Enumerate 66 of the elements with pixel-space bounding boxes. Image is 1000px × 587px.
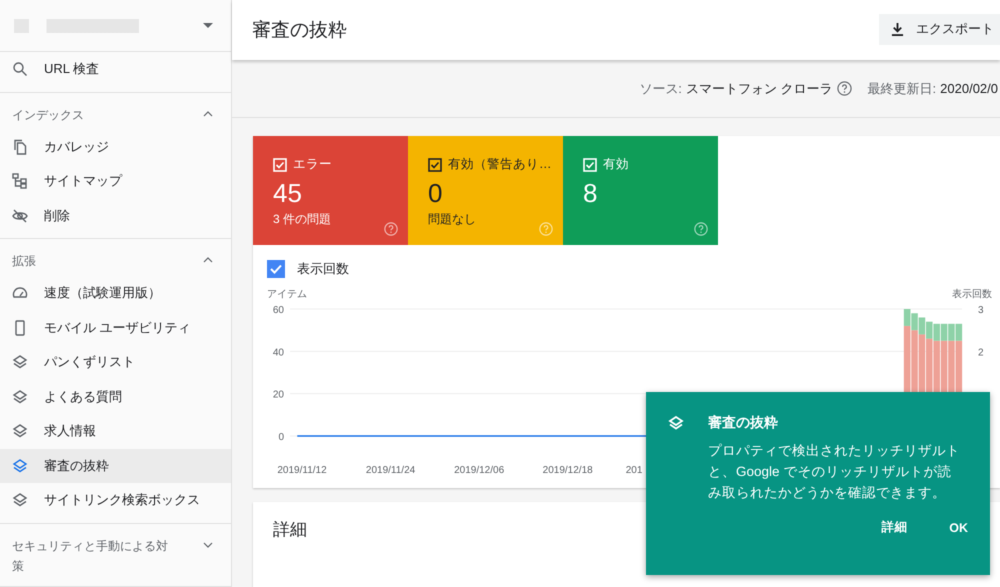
page-title: 審査の抜粋 (252, 19, 347, 43)
y-axis-label: アイテム (267, 289, 307, 300)
x-tick-label: 2019/11/24 (366, 465, 416, 476)
layers-icon (12, 354, 28, 370)
dropdown-caret-icon[interactable] (203, 23, 213, 28)
sidebar-item[interactable]: 速度（試験運用版） (0, 276, 231, 310)
tile-label: 有効（警告あり… (448, 156, 552, 173)
status-tile[interactable]: 有効（警告あり… 0 問題なし (408, 136, 563, 245)
chevron-icon[interactable] (203, 542, 213, 548)
help-icon[interactable] (836, 81, 852, 96)
chevron-icon[interactable] (203, 257, 213, 263)
last-updated-date: 2020/02/0 (940, 81, 998, 96)
sidebar-item[interactable]: サイトマップ (0, 164, 231, 198)
layers-icon (12, 423, 28, 440)
sidebar-item[interactable]: 求人情報 (0, 414, 231, 448)
x-tick-label: 2019/12/06 (454, 465, 504, 476)
download-icon (891, 22, 904, 36)
layers-icon (12, 458, 28, 474)
section-heading: セキュリティと手動による対策 (12, 538, 169, 574)
chevron-icon[interactable] (203, 110, 213, 116)
sidebar-item[interactable]: URL 検査 (0, 52, 231, 86)
source-label: ソース: (639, 80, 682, 98)
y-tick-label: 2 (978, 347, 984, 358)
section-heading: インデックス (12, 106, 85, 124)
source-value: スマートフォン クローラ (686, 80, 833, 98)
checkbox-label: 表示回数 (297, 260, 349, 278)
sidebar-item[interactable]: モバイル ユーザビリティ (0, 310, 231, 345)
sidebar-item[interactable]: 削除 (0, 198, 231, 233)
popup-button[interactable]: 詳細 (875, 515, 914, 540)
tile-count: 45 (273, 178, 303, 208)
y-axis-label: 表示回数 (952, 289, 992, 300)
sidebar-item[interactable]: カバレッジ (0, 130, 231, 164)
search-icon (12, 61, 28, 78)
popup-text: プロパティで検出されたリッチリザルトと、Google でそのリッチリザルトが読み取られたかどうかを確認できます。 (708, 442, 961, 502)
tile-subtitle: 3 件の問題 (273, 211, 332, 228)
export-button[interactable]: エクスポート (879, 14, 1000, 44)
x-tick-label: 2019/11/12 (277, 465, 327, 476)
checkbox[interactable] (428, 158, 442, 172)
layers-icon (12, 492, 28, 508)
y-tick-label: 40 (272, 347, 284, 358)
tile-subtitle: 問題なし (428, 211, 477, 228)
y-tick-label: 3 (978, 305, 984, 316)
section-heading: 拡張 (12, 253, 37, 270)
card-title: 詳細 (273, 520, 307, 539)
checkbox[interactable] (267, 260, 285, 278)
popup-button[interactable]: OK (943, 515, 974, 540)
tile-label: エラー (293, 156, 332, 173)
sitemap-icon (12, 173, 28, 190)
y-tick-label: 60 (272, 305, 284, 316)
sidebar-item[interactable]: パンくずリスト (0, 345, 231, 380)
layers-icon (668, 415, 684, 431)
pages-icon (12, 138, 28, 155)
y-tick-label: 20 (272, 390, 284, 401)
x-tick-label: 2019/12/18 (542, 465, 593, 476)
sidebar-item[interactable]: サイトリンク検索ボックス (0, 483, 231, 518)
sidebar-item[interactable]: よくある質問 (0, 380, 231, 414)
sidebar-item[interactable]: 審査の抜粋 (0, 448, 231, 483)
layers-icon (12, 388, 28, 405)
tile-count: 8 (583, 178, 598, 208)
tile-label: 有効 (603, 156, 629, 173)
popup-title: 審査の抜粋 (708, 414, 779, 432)
y-tick-label: 0 (278, 432, 284, 443)
last-updated-label: 最終更新日: (868, 80, 936, 98)
x-tick-label: 201 (626, 465, 642, 476)
crossed-eye-icon (12, 208, 28, 224)
tile-count: 0 (428, 178, 444, 208)
